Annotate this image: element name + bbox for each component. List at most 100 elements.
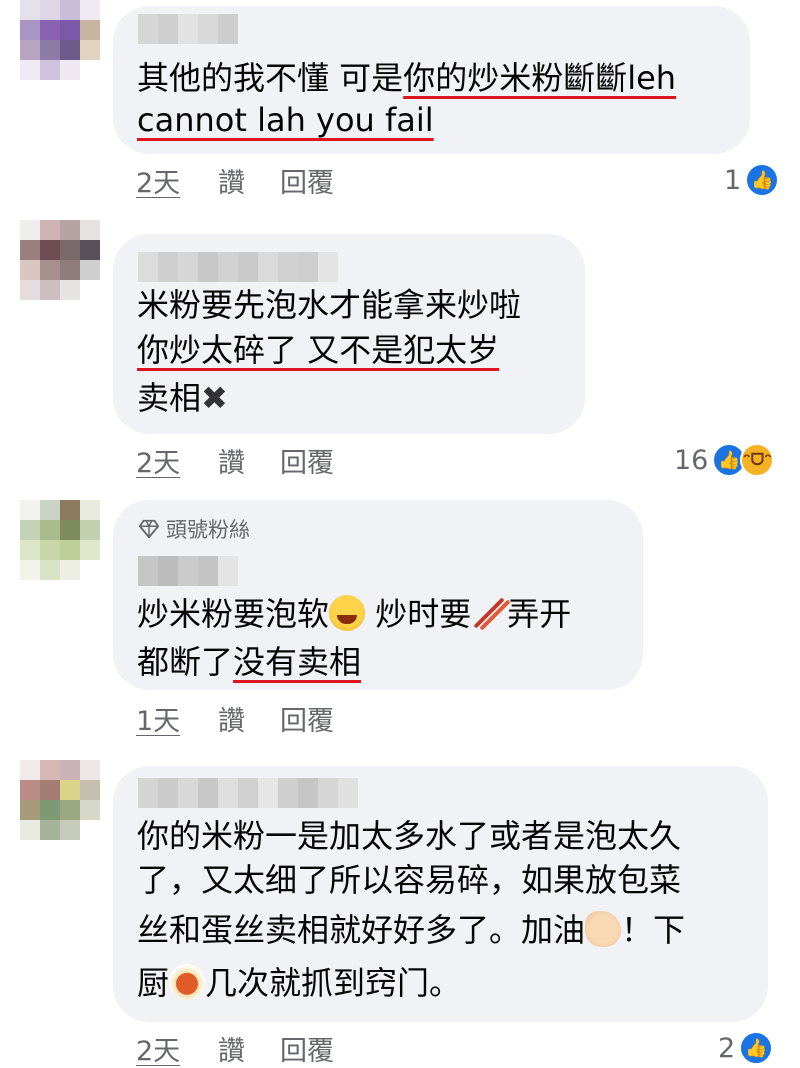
avatar-pixel [20,20,40,40]
comment-text-line: cannot lah you fail [137,100,434,140]
commenter-name-blurred[interactable] [138,252,338,282]
avatar-pixel [20,780,40,800]
like-icon: 👍 [745,163,780,197]
avatar-pixel [60,60,80,80]
timestamp-link[interactable]: 2天 [136,161,218,200]
avatar[interactable] [20,220,100,300]
avatar-pixel [20,760,40,780]
reply-button[interactable]: 回覆 [280,161,334,200]
avatar-pixel [60,280,80,300]
commenter-name-blurred[interactable] [138,14,238,44]
reaction-summary[interactable]: 16 👍 ᵔᗜᵔ [674,442,775,478]
avatar-pixel [20,520,40,540]
like-button[interactable]: 讚 [218,1029,280,1068]
avatar-pixel [80,40,100,60]
avatar-pixel [40,240,60,260]
avatar-pixel [80,260,100,280]
like-button[interactable]: 讚 [218,161,280,200]
badge-label: 頭號粉絲 [166,518,250,542]
avatar[interactable] [20,500,100,580]
name-blur-pixel [218,556,238,586]
avatar-pixel [80,800,100,820]
avatar-pixel [40,20,60,40]
avatar-pixel [60,820,80,840]
name-blur-pixel [258,778,278,808]
avatar-pixel [60,500,80,520]
avatar-pixel [40,500,60,520]
avatar-pixel [40,0,60,20]
diamond-icon [138,519,160,539]
avatar[interactable] [20,760,100,840]
comment-text-line: 都断了没有卖相 [137,643,362,681]
name-blur-pixel [158,778,178,808]
flexed-bicep-emoji [585,911,622,947]
avatar-pixel [40,520,60,540]
commenter-name-blurred[interactable] [138,556,238,586]
avatar-pixel [20,540,40,560]
comment-text-line: 卖相✖ [137,379,228,417]
name-blur-pixel [238,778,258,808]
avatar-pixel [20,800,40,820]
avatar-pixel [20,40,40,60]
reply-button[interactable]: 回覆 [280,1029,334,1068]
name-blur-pixel [218,14,238,44]
comment-text-line: 其他的我不懂 可是你的炒米粉斷斷leh [137,59,677,97]
name-blur-pixel [158,252,178,282]
name-blur-pixel [138,14,158,44]
avatar-pixel [60,0,80,20]
avatar-pixel [20,60,40,80]
name-blur-pixel [138,252,158,282]
comment-actions: 2天 讚 回覆 [136,441,334,480]
name-blur-pixel [258,252,278,282]
name-blur-pixel [198,14,218,44]
comment-text-line: 丝和蛋丝卖相就好好多了。加油 ！下 [137,911,686,949]
avatar-pixel [40,560,60,580]
reaction-count: 1 [724,164,742,196]
name-blur-pixel [278,252,298,282]
avatar-pixel [80,500,100,520]
avatar-pixel [40,40,60,60]
like-icon: 👍 [739,1031,774,1065]
avatar-pixel [60,520,80,540]
avatar-pixel [60,40,80,60]
avatar-pixel [20,240,40,260]
avatar-pixel [60,260,80,280]
avatar-pixel [20,0,40,20]
comment-text-line: 米粉要先泡水才能拿来炒啦 [137,286,522,324]
name-blur-pixel [178,14,198,44]
name-blur-pixel [318,252,338,282]
name-blur-pixel [198,556,218,586]
avatar-pixel [80,20,100,40]
comment-actions: 2天 讚 回覆 [136,161,334,200]
avatar-pixel [60,540,80,560]
commenter-name-blurred[interactable] [138,778,358,808]
avatar-pixel [60,240,80,260]
timestamp-link[interactable]: 1天 [136,699,218,738]
avatar-pixel [40,60,60,80]
comment-actions: 2天 讚 回覆 [136,1029,334,1068]
timestamp-link[interactable]: 2天 [136,441,218,480]
avatar-pixel [80,220,100,240]
name-blur-pixel [298,252,318,282]
reply-button[interactable]: 回覆 [280,441,334,480]
like-button[interactable]: 讚 [218,441,280,480]
name-blur-pixel [178,778,198,808]
reply-button[interactable]: 回覆 [280,699,334,738]
avatar-pixel [20,260,40,280]
avatar-pixel [20,820,40,840]
reaction-summary[interactable]: 1 👍 [724,162,780,198]
comment-text-line: 炒米粉要泡软 炒时要 弄开 [137,595,572,633]
avatar-pixel [40,760,60,780]
name-blur-pixel [198,778,218,808]
name-blur-pixel [338,778,358,808]
top-fan-badge: 頭號粉絲 [138,514,250,544]
like-button[interactable]: 讚 [218,699,280,738]
timestamp-link[interactable]: 2天 [136,1029,218,1068]
avatar[interactable] [20,0,100,80]
avatar-pixel [80,520,100,540]
name-blur-pixel [238,252,258,282]
name-blur-pixel [138,556,158,586]
avatar-pixel [20,560,40,580]
underlined-text: 你的炒米粉斷斷leh [403,59,677,97]
reaction-summary[interactable]: 2 👍 [718,1030,774,1066]
